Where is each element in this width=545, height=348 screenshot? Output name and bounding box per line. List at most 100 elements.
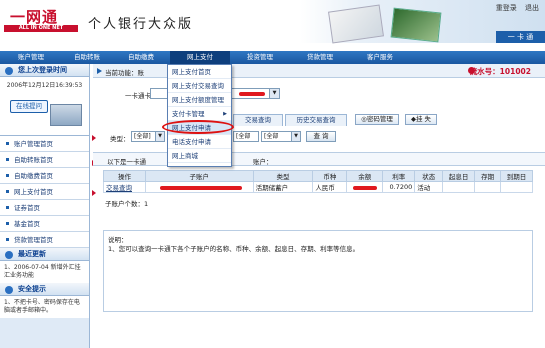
laptop-icon xyxy=(50,104,82,126)
col-balance: 余额 xyxy=(346,170,384,182)
col-start-date: 起息日 xyxy=(442,170,476,182)
sub-account-table: 操作 子账户 类型 币种 余额 利率 状态 起息日 存期 到期日 交易查询 活期… xyxy=(103,170,533,193)
arrow-icon xyxy=(97,68,102,74)
logo-subtext: ALL IN ONE NET xyxy=(4,25,78,32)
query-button[interactable]: 查 询 xyxy=(306,131,336,142)
sidebar-item-online-pay[interactable]: 网上支付首页 xyxy=(0,184,89,200)
type-label: 类型： xyxy=(110,135,130,143)
card-tag: 一 卡 通 xyxy=(496,31,545,43)
term-cell xyxy=(474,181,502,193)
col-term: 存期 xyxy=(474,170,502,182)
col-subaccount: 子账户 xyxy=(144,170,254,182)
nav-investment[interactable]: 投资管理 xyxy=(230,51,290,64)
news-text: 1、2006-07-04 新增外汇挂汇业务功能 xyxy=(0,261,89,283)
online-help-box: 在线提问 xyxy=(0,92,89,136)
redaction-mark xyxy=(239,92,265,96)
sidebar-item-loan[interactable]: 贷款管理首页 xyxy=(0,232,89,248)
col-status: 状态 xyxy=(414,170,444,182)
tab-history-query[interactable]: 历史交易查询 xyxy=(285,114,347,126)
relogin-link[interactable]: 重登录 xyxy=(496,4,517,12)
nav-account[interactable]: 账户管理 xyxy=(0,51,62,64)
start-date-cell xyxy=(442,181,476,193)
subaccount-cell xyxy=(144,181,254,193)
col-type: 类型 xyxy=(252,170,314,182)
chevron-right-icon: ▶ xyxy=(223,111,227,117)
menu-item-phone-pay-apply[interactable]: 电话支付申请 xyxy=(168,135,231,149)
clock-icon xyxy=(5,67,13,75)
highlight-circle xyxy=(162,120,234,134)
col-action: 操作 xyxy=(103,170,146,182)
redaction-mark xyxy=(159,186,242,190)
card-image xyxy=(390,7,442,43)
table-row: 交易查询 活期储蓄户 人民币 0.7200 活动 xyxy=(103,181,533,193)
report-loss-button[interactable]: ◆挂 失 xyxy=(405,114,437,125)
chevron-down-icon: ▼ xyxy=(155,132,164,141)
sidebar-item-account[interactable]: 账户管理首页 xyxy=(0,136,89,152)
redaction-mark xyxy=(353,186,378,190)
menu-item-online-mall[interactable]: 网上商城 xyxy=(168,149,231,163)
menu-item-online-pay-home[interactable]: 网上支付首页 xyxy=(168,65,231,79)
table-header-row: 操作 子账户 类型 币种 余额 利率 状态 起息日 存期 到期日 xyxy=(103,170,533,182)
nav-transfer[interactable]: 自助转账 xyxy=(62,51,112,64)
logo-text: 一网通 xyxy=(10,8,59,26)
status-cell: 活动 xyxy=(414,181,444,193)
list-title-bar: 以下是一卡通 账户： xyxy=(93,152,545,166)
news-icon xyxy=(5,251,13,259)
top-links: 重登录 退出 xyxy=(490,3,539,13)
nav-online-pay[interactable]: 网上支付 xyxy=(170,51,230,64)
sidebar-item-securities[interactable]: 证券首页 xyxy=(0,200,89,216)
online-question-button[interactable]: 在线提问 xyxy=(10,100,48,113)
main-nav: 账户管理 自助转账 自助缴费 网上支付 投资管理 贷款管理 客户服务 xyxy=(0,51,545,64)
menu-item-pay-card-manage[interactable]: 支付卡管理 ▶ xyxy=(168,107,231,121)
card-row: 一卡通卡号： ▼ xyxy=(93,86,545,102)
chevron-down-icon: ▼ xyxy=(291,132,300,141)
nav-loan[interactable]: 贷款管理 xyxy=(290,51,350,64)
left-panel: 您上次登录时间 2006年12月12日16:39:53 在线提问 账户管理首页 … xyxy=(0,64,90,348)
transaction-query-link[interactable]: 交易查询 xyxy=(103,181,146,193)
sidebar-item-fund[interactable]: 基金首页 xyxy=(0,216,89,232)
menu-item-online-pay-limit[interactable]: 网上支付额度管理 xyxy=(168,93,231,107)
chevron-down-icon: ▼ xyxy=(269,89,279,98)
type-select-2[interactable]: [全部 xyxy=(233,131,259,142)
shield-icon xyxy=(5,286,13,294)
tab-transaction-query[interactable]: 交易查询 xyxy=(233,114,283,126)
news-title: 最近更新 xyxy=(0,248,89,261)
nav-service[interactable]: 客户服务 xyxy=(350,51,410,64)
type-select-3[interactable]: [全部 ▼ xyxy=(261,131,301,142)
location-bar: 当前功能：账 流水号：101002 xyxy=(93,64,545,78)
sidebar-item-payment[interactable]: 自助缴费首页 xyxy=(0,168,89,184)
type-select[interactable]: [全部] ▼ xyxy=(131,131,165,142)
explanation-box: 说明： 1、您可以查询一卡通下各个子账户的名称、币种、余额、起息日、存期、利率等… xyxy=(103,230,533,312)
list-title: 以下是一卡通 xyxy=(107,158,146,166)
side-menu: 账户管理首页 自助转账首页 自助缴费首页 网上支付首页 证券首页 基金首页 贷款… xyxy=(0,136,89,248)
currency-cell: 人民币 xyxy=(312,181,348,193)
col-currency: 币种 xyxy=(312,170,348,182)
security-tips-title: 安全提示 xyxy=(0,283,89,296)
menu-item-online-pay-query[interactable]: 网上支付交易查询 xyxy=(168,79,231,93)
serial-number: 流水号：101002 xyxy=(469,67,531,76)
explanation-text: 1、您可以查询一卡通下各个子账户的名称、币种、余额、起息日、存期、利率等信息。 xyxy=(108,245,360,253)
sidebar-item-transfer[interactable]: 自助转账首页 xyxy=(0,152,89,168)
col-due-date: 到期日 xyxy=(500,170,533,182)
login-time-title: 您上次登录时间 xyxy=(0,64,89,77)
type-cell: 活期储蓄户 xyxy=(252,181,314,193)
online-pay-dropdown: 网上支付首页 网上支付交易查询 网上支付额度管理 支付卡管理 ▶ 网上支付申请 电… xyxy=(167,64,232,167)
header: 一网通 ALL IN ONE NET 个人银行大众版 重登录 退出 一 卡 通 xyxy=(0,0,545,51)
main-content: 当前功能：账 流水号：101002 一卡通卡号： ▼ 交易查询 历史交易查询 ◎… xyxy=(93,64,545,348)
password-manage-button[interactable]: ◎密码管理 xyxy=(355,114,399,125)
explanation-title: 说明： xyxy=(108,236,128,244)
login-time: 2006年12月12日16:39:53 xyxy=(0,77,89,92)
tabs: 交易查询 历史交易查询 ◎密码管理 ◆挂 失 xyxy=(93,114,545,126)
sub-account-count: 子账户个数：1 xyxy=(105,200,149,208)
bank-logo: 一网通 ALL IN ONE NET xyxy=(4,6,78,32)
bank-product-name: 个人银行大众版 xyxy=(88,17,194,32)
nav-payment[interactable]: 自助缴费 xyxy=(112,51,170,64)
balance-cell xyxy=(346,181,384,193)
due-date-cell xyxy=(500,181,533,193)
current-function: 当前功能：账 xyxy=(105,69,144,77)
logout-link[interactable]: 退出 xyxy=(525,4,539,12)
rate-cell: 0.7200 xyxy=(382,181,416,193)
security-tips-text: 1、不把卡号、密码保存在电脑或者手邮箱中。 xyxy=(0,296,89,318)
list-title-suffix: 账户： xyxy=(253,158,273,166)
col-rate: 利率 xyxy=(382,170,416,182)
